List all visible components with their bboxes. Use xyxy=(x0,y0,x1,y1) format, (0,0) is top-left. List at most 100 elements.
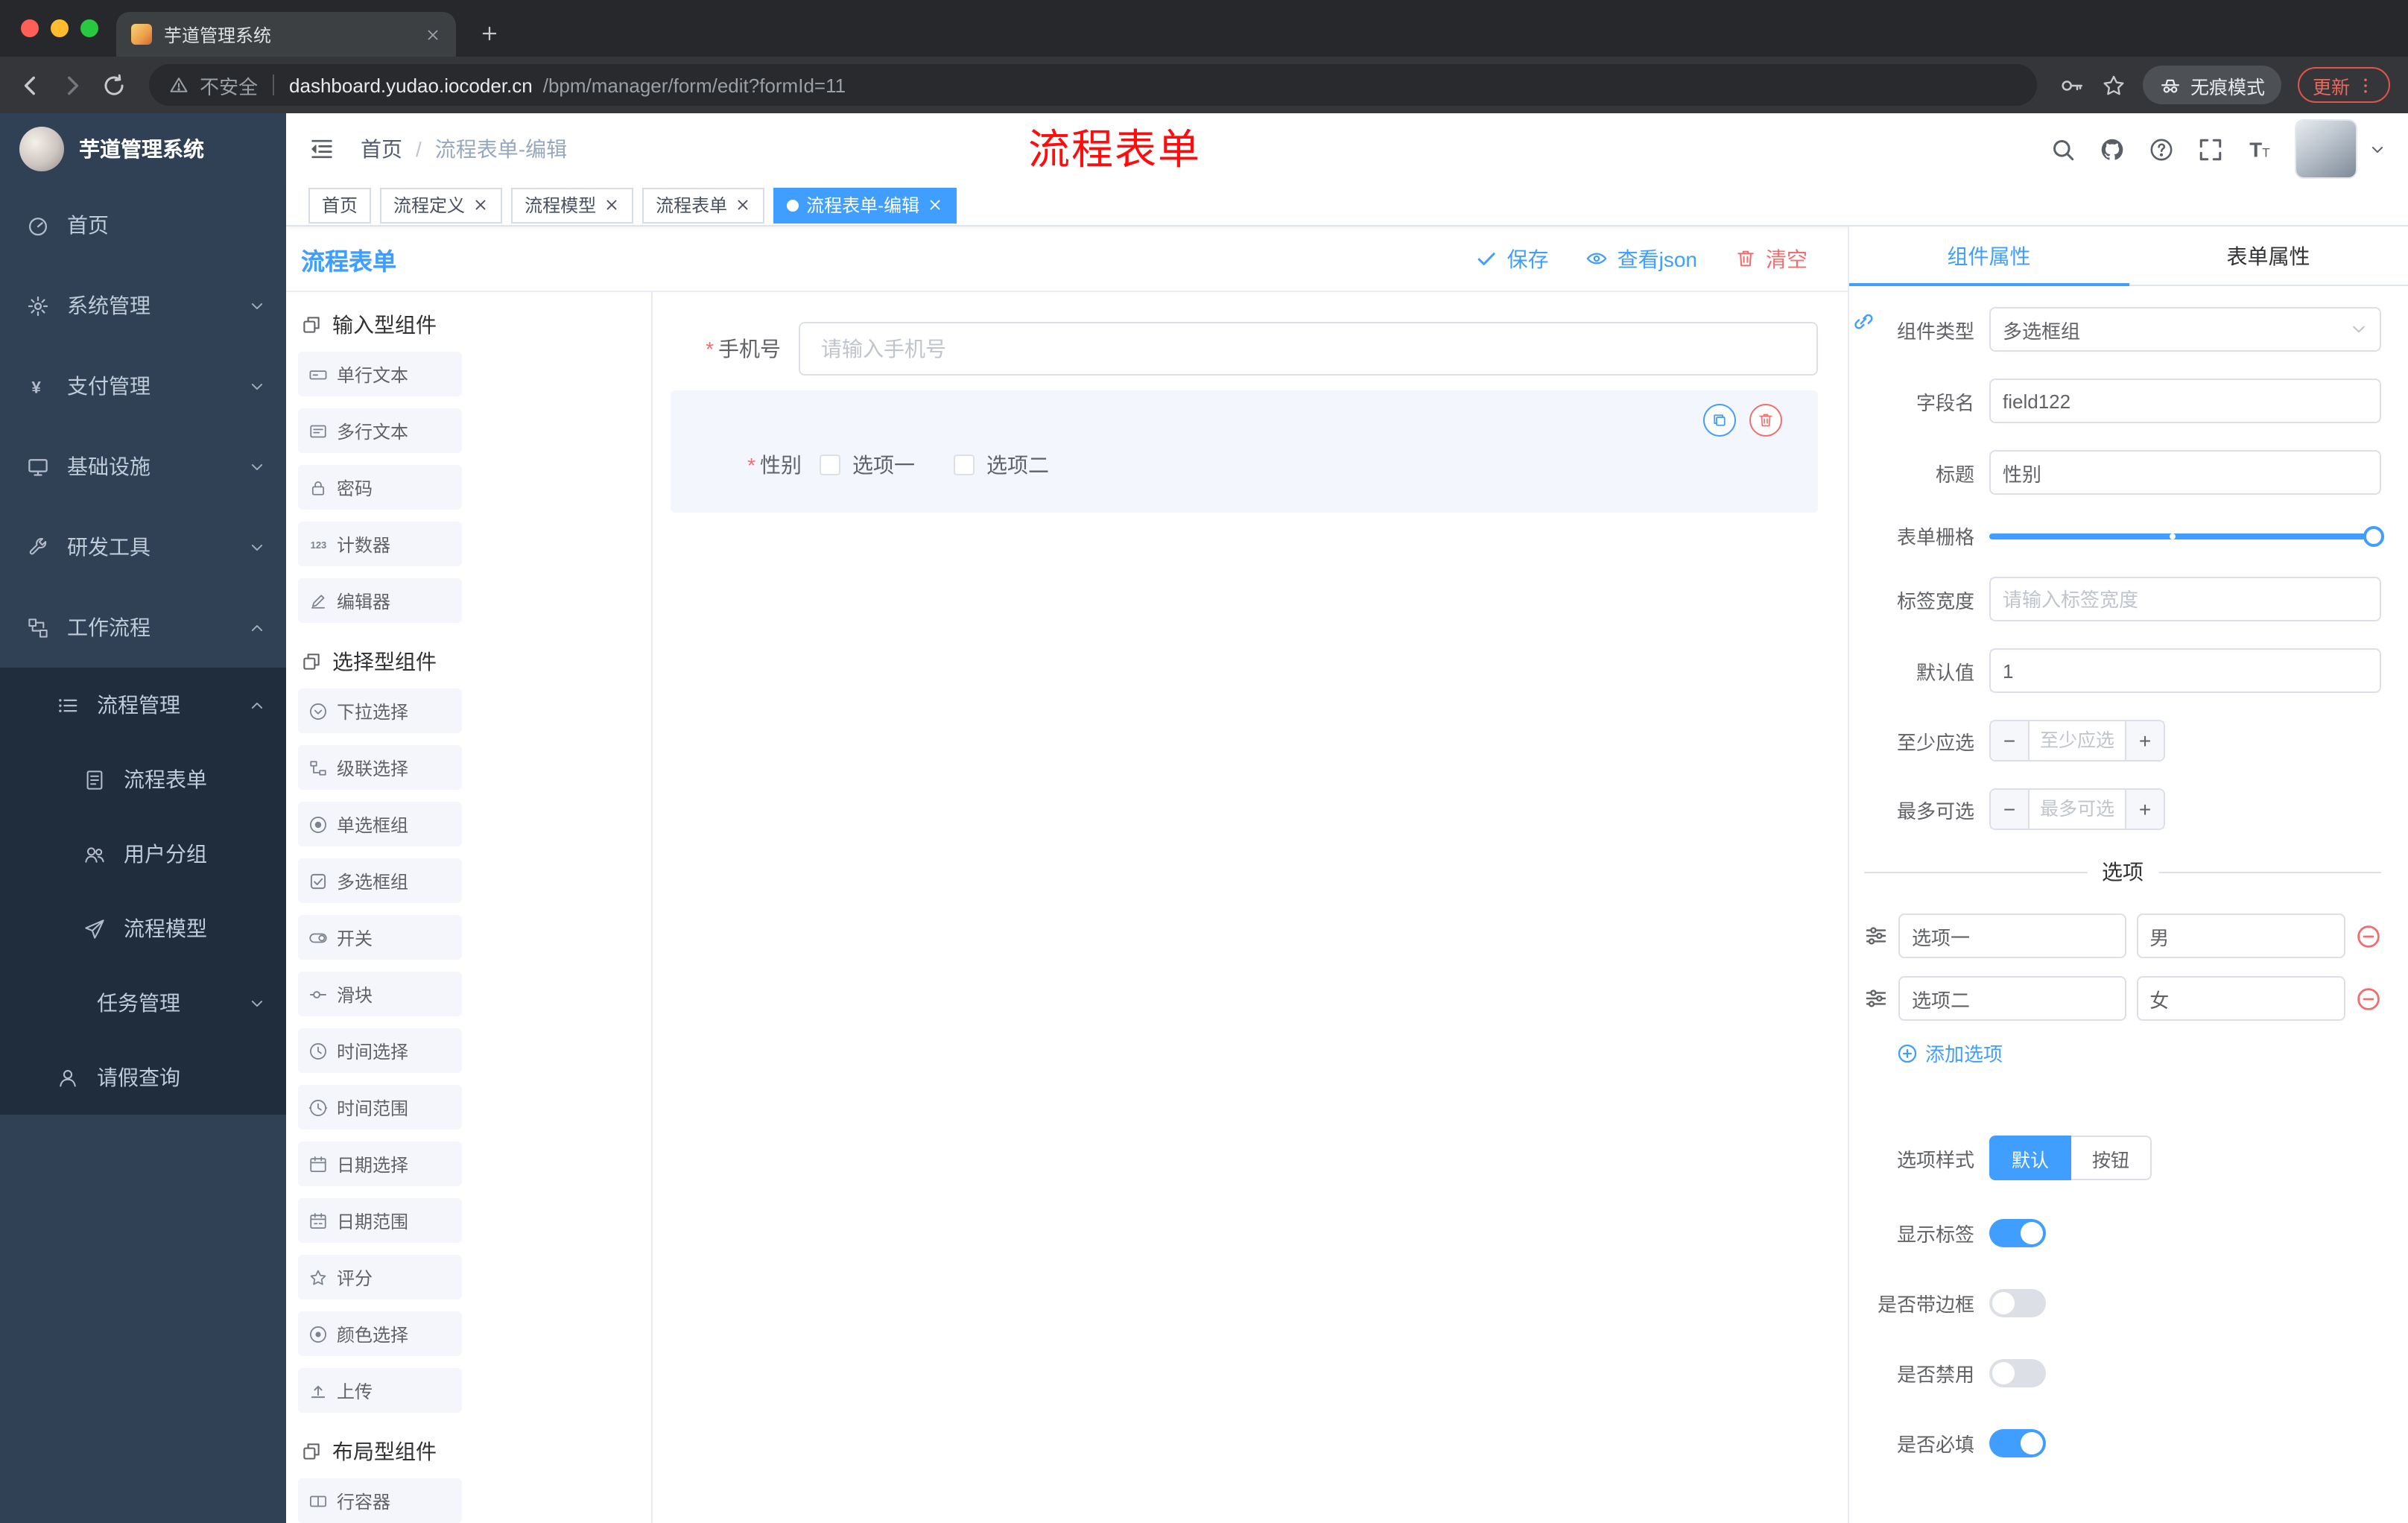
user-avatar[interactable] xyxy=(2296,121,2356,177)
option-value-input[interactable] xyxy=(2136,914,2345,958)
new-tab-button[interactable] xyxy=(480,24,499,43)
tag-close-icon[interactable] xyxy=(472,197,489,213)
drag-handle-icon[interactable] xyxy=(1864,987,1888,1010)
prop-input[interactable] xyxy=(1989,648,2381,693)
option-label-input[interactable] xyxy=(1898,976,2126,1021)
prop-input[interactable] xyxy=(1989,379,2381,423)
stepper-input[interactable] xyxy=(2030,721,2125,760)
search-icon[interactable] xyxy=(2050,136,2076,162)
toggle-switch[interactable] xyxy=(1989,1289,2046,1317)
window-zoom-button[interactable] xyxy=(80,19,98,37)
checkbox-icon[interactable] xyxy=(820,455,840,475)
forward-button[interactable] xyxy=(60,72,85,98)
tag-close-icon[interactable] xyxy=(735,197,751,213)
save-button[interactable]: 保存 xyxy=(1476,244,1549,273)
tab-close-icon[interactable] xyxy=(425,26,441,42)
palette-item-单选框组[interactable]: 单选框组 xyxy=(298,802,462,846)
window-minimize-button[interactable] xyxy=(51,19,69,37)
phone-input[interactable] xyxy=(799,322,1818,376)
sidebar-item-用户分组[interactable]: 用户分组 xyxy=(0,817,286,891)
palette-item-开关[interactable]: 开关 xyxy=(298,915,462,960)
browser-tab[interactable]: 芋道管理系统 xyxy=(116,12,456,57)
add-option-button[interactable]: 添加选项 xyxy=(1897,1039,2381,1067)
option-label-input[interactable] xyxy=(1898,914,2126,958)
option-value-input[interactable] xyxy=(2136,976,2345,1021)
checkbox-icon[interactable] xyxy=(954,455,975,475)
sidebar-item-流程管理[interactable]: 流程管理 xyxy=(0,668,286,742)
tag-流程表单-编辑[interactable]: 流程表单-编辑 xyxy=(773,187,957,223)
tab-form-props[interactable]: 表单属性 xyxy=(2129,227,2408,285)
sidebar-item-研发工具[interactable]: 研发工具 xyxy=(0,507,286,587)
slider-handle[interactable] xyxy=(2363,525,2384,546)
sidebar-item-流程模型[interactable]: 流程模型 xyxy=(0,891,286,966)
grid-slider[interactable] xyxy=(1989,525,2384,546)
fullscreen-icon[interactable] xyxy=(2198,136,2223,162)
view-json-button[interactable]: 查看json xyxy=(1586,244,1697,273)
decrease-button[interactable]: − xyxy=(1991,721,2030,760)
palette-item-编辑器[interactable]: 编辑器 xyxy=(298,578,462,623)
tag-close-icon[interactable] xyxy=(927,197,943,213)
toggle-switch[interactable] xyxy=(1989,1429,2046,1457)
palette-item-计数器[interactable]: 123 计数器 xyxy=(298,522,462,566)
decrease-button[interactable]: − xyxy=(1991,790,2030,829)
style-option-按钮[interactable]: 按钮 xyxy=(2071,1136,2152,1180)
font-size-icon[interactable]: TT xyxy=(2247,136,2272,162)
avatar-caret-icon[interactable] xyxy=(2369,141,2386,157)
tag-流程表单[interactable]: 流程表单 xyxy=(642,187,765,223)
palette-item-颜色选择[interactable]: 颜色选择 xyxy=(298,1311,462,1356)
palette-item-滑块[interactable]: 滑块 xyxy=(298,972,462,1016)
checkbox-option[interactable]: 选项一 xyxy=(820,450,915,480)
palette-item-日期范围[interactable]: 日期范围 xyxy=(298,1198,462,1243)
increase-button[interactable]: + xyxy=(2125,790,2164,829)
tag-流程定义[interactable]: 流程定义 xyxy=(380,187,503,223)
tab-component-props[interactable]: 组件属性 xyxy=(1849,227,2129,286)
sidebar-item-任务管理[interactable]: 任务管理 xyxy=(0,966,286,1040)
breadcrumb-home[interactable]: 首页 xyxy=(361,134,402,164)
address-bar[interactable]: 不安全 dashboard.yudao.iocoder.cn/bpm/manag… xyxy=(149,64,2037,106)
prop-input[interactable] xyxy=(1989,577,2381,621)
gender-field-selected[interactable]: * 性别 选项一 选项二 xyxy=(671,390,1818,513)
menu-dots-icon[interactable] xyxy=(2356,75,2375,95)
palette-item-日期选择[interactable]: 日期选择 xyxy=(298,1142,462,1186)
style-option-默认[interactable]: 默认 xyxy=(1989,1136,2072,1180)
security-label[interactable]: 不安全 xyxy=(200,71,258,99)
palette-item-评分[interactable]: 评分 xyxy=(298,1255,462,1299)
tag-流程模型[interactable]: 流程模型 xyxy=(511,187,634,223)
phone-field[interactable]: * 手机号 xyxy=(671,322,1818,376)
prop-input[interactable] xyxy=(1989,450,2381,495)
checkbox-option[interactable]: 选项二 xyxy=(954,450,1049,480)
palette-item-上传[interactable]: 上传 xyxy=(298,1368,462,1413)
drag-handle-icon[interactable] xyxy=(1864,924,1888,948)
copy-component-button[interactable] xyxy=(1703,404,1736,437)
logo[interactable]: 芋道管理系统 xyxy=(0,113,286,185)
palette-item-多选框组[interactable]: 多选框组 xyxy=(298,858,462,903)
stepper-input[interactable] xyxy=(2030,790,2125,829)
palette-item-级联选择[interactable]: 级联选择 xyxy=(298,745,462,790)
palette-item-密码[interactable]: 密码 xyxy=(298,465,462,510)
bookmark-star-icon[interactable] xyxy=(2101,72,2126,98)
prop-select[interactable]: 多选框组 xyxy=(1989,307,2381,352)
update-button[interactable]: 更新 xyxy=(2297,67,2390,103)
palette-item-下拉选择[interactable]: 下拉选择 xyxy=(298,688,462,733)
remove-option-icon[interactable] xyxy=(2356,923,2381,949)
back-button[interactable] xyxy=(18,72,43,98)
sidebar-item-基础设施[interactable]: 基础设施 xyxy=(0,426,286,507)
sidebar-item-工作流程[interactable]: 工作流程 xyxy=(0,587,286,668)
palette-item-时间选择[interactable]: 时间选择 xyxy=(298,1028,462,1073)
increase-button[interactable]: + xyxy=(2125,721,2164,760)
sidebar-item-流程表单[interactable]: 流程表单 xyxy=(0,742,286,817)
password-key-icon[interactable] xyxy=(2059,72,2085,98)
palette-item-单行文本[interactable]: 单行文本 xyxy=(298,352,462,396)
sidebar-item-支付管理[interactable]: ¥ 支付管理 xyxy=(0,346,286,426)
sidebar-item-请假查询[interactable]: 请假查询 xyxy=(0,1040,286,1115)
github-icon[interactable] xyxy=(2100,136,2125,162)
sidebar-item-系统管理[interactable]: 系统管理 xyxy=(0,265,286,346)
link-icon[interactable] xyxy=(1852,310,1875,332)
tag-close-icon[interactable] xyxy=(603,197,620,213)
toggle-switch[interactable] xyxy=(1989,1359,2046,1387)
remove-option-icon[interactable] xyxy=(2356,986,2381,1011)
help-icon[interactable] xyxy=(2149,136,2174,162)
sidebar-fold-icon[interactable] xyxy=(308,136,335,162)
sidebar-item-首页[interactable]: 首页 xyxy=(0,185,286,265)
palette-item-行容器[interactable]: 行容器 xyxy=(298,1478,462,1523)
